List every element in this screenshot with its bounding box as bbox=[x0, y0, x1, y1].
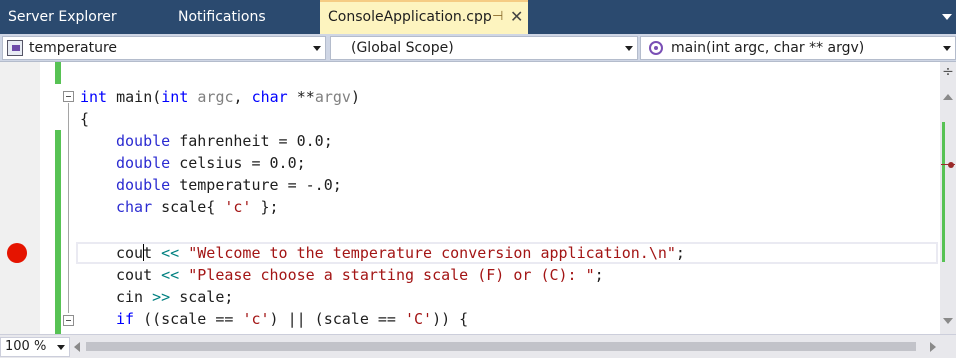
scrollbar-change-marker bbox=[942, 122, 945, 262]
outline-guide bbox=[68, 103, 69, 313]
chevron-down-icon bbox=[943, 46, 951, 51]
horizontal-scroll-thumb[interactable] bbox=[86, 342, 916, 351]
code-line[interactable]: int main(int argc, char **argv) bbox=[80, 86, 360, 108]
tab-title: ConsoleApplication.cpp bbox=[328, 9, 492, 25]
split-window-icon[interactable]: ÷ bbox=[942, 65, 954, 79]
collapse-icon[interactable] bbox=[63, 315, 74, 326]
member-combo[interactable]: main(int argc, char ** argv) bbox=[640, 36, 956, 60]
scroll-right-icon[interactable] bbox=[930, 342, 936, 352]
close-icon[interactable]: ✕ bbox=[510, 2, 523, 32]
chevron-down-icon bbox=[625, 46, 633, 51]
tab-notifications[interactable]: Notifications bbox=[170, 0, 318, 34]
document-tab-bar: Server Explorer Notifications ConsoleApp… bbox=[0, 0, 956, 34]
method-icon bbox=[649, 41, 663, 55]
scrollbar-breakpoint-marker bbox=[948, 162, 954, 168]
code-line[interactable]: double temperature = -.0; bbox=[116, 174, 342, 196]
vertical-scrollbar[interactable]: ÷ bbox=[940, 62, 956, 334]
breakpoint-icon[interactable] bbox=[7, 243, 27, 263]
change-marker bbox=[55, 130, 61, 334]
editor-bottom-bar: 100 % bbox=[0, 334, 956, 358]
scope-combo[interactable]: (Global Scope) bbox=[330, 36, 638, 60]
class-icon bbox=[7, 40, 23, 56]
zoom-level: 100 % bbox=[5, 339, 47, 354]
navigation-bar: temperature (Global Scope) main(int argc… bbox=[0, 34, 956, 62]
chevron-down-icon bbox=[313, 46, 321, 51]
tab-consoleapplication-cpp[interactable]: ConsoleApplication.cpp ⊣ ✕ bbox=[320, 0, 528, 34]
code-line[interactable]: double celsius = 0.0; bbox=[116, 152, 306, 174]
code-line[interactable]: cin >> scale; bbox=[116, 286, 233, 308]
code-line[interactable]: double fahrenheit = 0.0; bbox=[116, 130, 333, 152]
code-line[interactable]: cout << "Welcome to the temperature conv… bbox=[116, 242, 685, 264]
glyph-margin[interactable] bbox=[0, 62, 40, 334]
scope-combo-label: (Global Scope) bbox=[351, 40, 454, 56]
tab-server-explorer[interactable]: Server Explorer bbox=[0, 0, 160, 34]
code-line[interactable]: char scale{ 'c' }; bbox=[116, 196, 279, 218]
chevron-down-icon bbox=[57, 345, 65, 350]
code-editor[interactable]: int main(int argc, char **argv) { double… bbox=[0, 62, 940, 334]
code-line[interactable]: cout << "Please choose a starting scale … bbox=[116, 264, 604, 286]
pin-icon[interactable]: ⊣ bbox=[492, 2, 503, 32]
scroll-up-icon[interactable] bbox=[943, 94, 953, 100]
collapse-icon[interactable] bbox=[63, 91, 74, 102]
project-combo[interactable]: temperature bbox=[2, 36, 326, 60]
zoom-combo[interactable]: 100 % bbox=[0, 337, 70, 357]
scroll-down-icon[interactable] bbox=[943, 318, 953, 324]
scroll-left-icon[interactable] bbox=[74, 342, 80, 352]
tab-overflow-dropdown-icon[interactable] bbox=[942, 14, 952, 20]
change-marker bbox=[55, 62, 61, 84]
code-line[interactable]: { bbox=[80, 108, 89, 130]
project-combo-label: temperature bbox=[29, 40, 117, 56]
member-combo-label: main(int argc, char ** argv) bbox=[671, 40, 865, 56]
code-line[interactable]: if ((scale == 'c') || (scale == 'C')) { bbox=[116, 308, 468, 330]
